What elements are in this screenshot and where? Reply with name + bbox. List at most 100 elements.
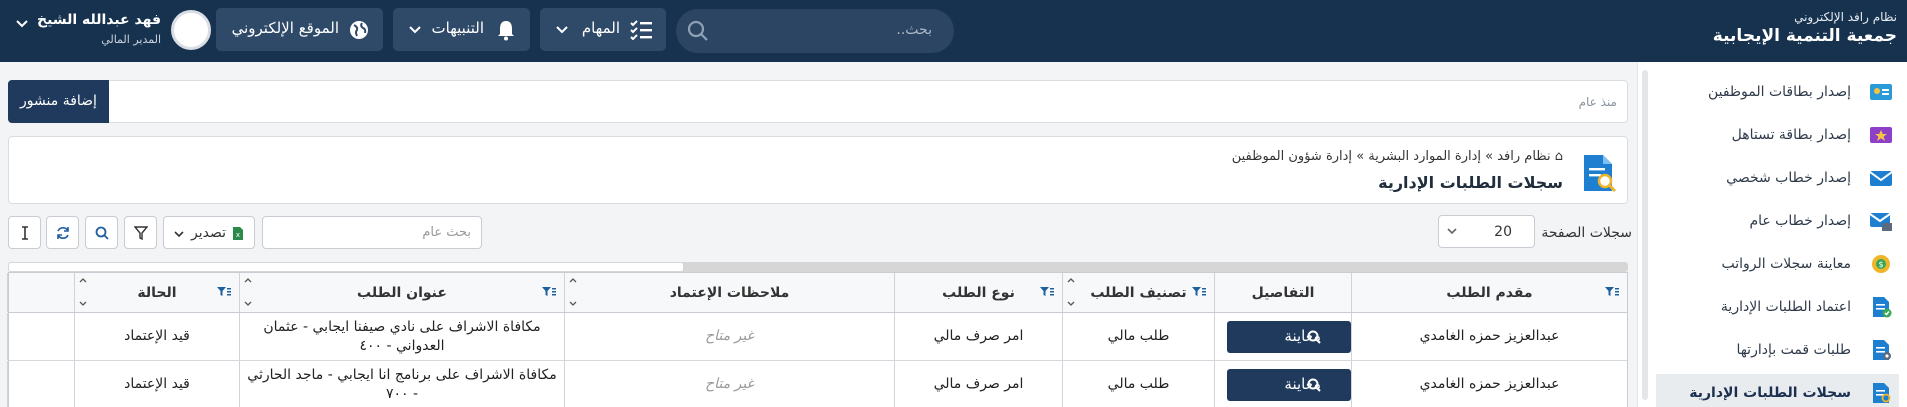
home-icon: ⌂ — [1554, 149, 1563, 164]
title-value: مكافاة الاشراف على نادي صيفنا ايجابي - ع… — [263, 319, 541, 354]
envelope-print-icon — [1869, 213, 1892, 231]
sidebar-item-personal-letter[interactable]: إصدار خطاب شخصي — [1656, 159, 1899, 197]
top-navbar: نظام رافد الإلكتروني جمعية التنمية الإيج… — [0, 0, 1907, 62]
id-card-icon — [1870, 84, 1892, 100]
sidebar-item-salary-records[interactable]: $ معاينة سجلات الرواتب — [1656, 245, 1899, 283]
status-value: قيد الإعتماد — [124, 376, 190, 392]
website-button[interactable]: الموقع الإلكتروني — [216, 8, 383, 51]
sidebar-item-tastahel-card[interactable]: إصدار بطاقة تستاهل — [1656, 116, 1899, 154]
brand[interactable]: نظام رافد الإلكتروني جمعية التنمية الإيج… — [1713, 10, 1897, 46]
sidebar-item-approve-requests[interactable]: اعتماد الطلبات الإدارية — [1656, 288, 1899, 326]
page-title: سجلات الطلبات الإدارية — [1378, 173, 1563, 192]
sidebar: إصدار بطاقات الموظفين إصدار بطاقة تستاهل… — [1637, 62, 1907, 407]
filter-button[interactable] — [124, 216, 157, 249]
chevron-down-icon — [556, 26, 568, 34]
header-search-input[interactable]: بحث.. — [676, 9, 954, 53]
sidebar-item-label: طلبات قمت بإدارتها — [1736, 342, 1851, 358]
column-header-label: التفاصيل — [1251, 285, 1315, 301]
sidebar-item-general-letter[interactable]: إصدار خطاب عام — [1656, 202, 1899, 240]
search-icon — [687, 20, 708, 41]
sidebar-item-employee-cards[interactable]: إصدار بطاقات الموظفين — [1656, 73, 1899, 111]
search-button[interactable] — [85, 216, 118, 249]
col-details[interactable]: التفاصيل — [1214, 273, 1351, 312]
breadcrumb-item-hr[interactable]: إدارة الموارد البشرية — [1368, 149, 1481, 164]
doc-search-icon — [1584, 155, 1617, 193]
global-search-input[interactable]: بحث عام — [262, 216, 482, 249]
cell-details: معاينة — [1214, 361, 1351, 407]
excel-icon: x — [233, 227, 243, 240]
col-title[interactable]: عنوان الطلب — [239, 273, 564, 312]
cell-category: طلب مالي — [1062, 361, 1214, 407]
chevron-down-icon — [1447, 228, 1457, 235]
table-row[interactable]: عبدالعزيز حمزه الغامدي معاينة طلب مالي ا… — [7, 361, 1627, 407]
type-value: امر صرف مالي — [933, 376, 1024, 392]
user-menu[interactable]: فهد عبدالله الشيخ المدير المالي — [16, 10, 211, 54]
breadcrumb-separator: » — [1352, 149, 1365, 164]
notes-value: غير متاح — [705, 376, 754, 392]
text-cursor-icon — [22, 226, 28, 240]
breadcrumb-separator: » — [1481, 149, 1494, 164]
table-row[interactable]: عبدالعزيز حمزه الغامدي معاينة طلب مالي ا… — [7, 313, 1627, 361]
breadcrumb-item-rafed[interactable]: نظام رافد — [1497, 149, 1550, 164]
user-name: فهد عبدالله الشيخ — [37, 12, 161, 28]
requests-table: مقدم الطلب التفاصيل تصنيف الطلب نوع الطل… — [7, 272, 1628, 407]
view-button[interactable]: معاينة — [1227, 369, 1351, 401]
sort-arrows-icon[interactable] — [1067, 277, 1075, 307]
table-toolbar: سجلات الصفحة 20 بحث عام x تصدير — [0, 215, 1640, 251]
add-post-button[interactable]: إضافة منشور — [8, 80, 109, 123]
search-icon — [1307, 378, 1321, 392]
category-value: طلب مالي — [1107, 328, 1170, 344]
breadcrumb-item-employees[interactable]: إدارة شؤون الموظفين — [1232, 149, 1352, 164]
since-text: منذ عام — [1578, 95, 1617, 109]
column-header-label: تصنيف الطلب — [1090, 285, 1187, 301]
col-extra — [7, 273, 74, 312]
col-type[interactable]: نوع الطلب — [894, 273, 1062, 312]
sort-arrows-icon[interactable] — [244, 277, 252, 307]
applicant-name: عبدالعزيز حمزه الغامدي — [1419, 328, 1560, 344]
sidebar-item-label: اعتماد الطلبات الإدارية — [1720, 299, 1851, 315]
cell-extra — [7, 313, 74, 360]
table-horizontal-scrollbar[interactable] — [8, 262, 1628, 272]
sidebar-item-request-records[interactable]: سجلات الطلبات الإدارية — [1656, 374, 1899, 407]
alerts-button[interactable]: التنبيهات — [393, 8, 530, 51]
chevron-down-icon — [16, 20, 28, 28]
col-applicant[interactable]: مقدم الطلب — [1351, 273, 1627, 312]
col-status[interactable]: الحالة — [74, 273, 239, 312]
applicant-name: عبدالعزيز حمزه الغامدي — [1419, 376, 1560, 392]
view-button[interactable]: معاينة — [1227, 321, 1351, 353]
org-name: جمعية التنمية الإيجابية — [1712, 26, 1897, 46]
cell-title: مكافاة الاشراف على برنامج انا ايجابي - م… — [239, 361, 564, 407]
sort-arrows-icon[interactable] — [79, 277, 87, 307]
sidebar-item-managed-requests[interactable]: طلبات قمت بإدارتها — [1656, 331, 1899, 369]
cell-type: امر صرف مالي — [894, 361, 1062, 407]
doc-gear-icon — [1873, 340, 1891, 360]
category-value: طلب مالي — [1107, 376, 1170, 392]
website-label: الموقع الإلكتروني — [231, 19, 339, 37]
col-category[interactable]: تصنيف الطلب — [1062, 273, 1214, 312]
export-button[interactable]: x تصدير — [163, 216, 255, 249]
column-header-label: مقدم الطلب — [1446, 285, 1533, 301]
cell-status: قيد الإعتماد — [74, 361, 239, 407]
column-header-label: عنوان الطلب — [357, 285, 447, 301]
per-page-select[interactable]: 20 — [1438, 215, 1535, 248]
status-value: قيد الإعتماد — [124, 328, 190, 344]
sort-arrows-icon[interactable] — [569, 277, 577, 307]
user-role: المدير المالي — [101, 33, 161, 46]
scrollbar-thumb[interactable] — [8, 262, 684, 272]
sidebar-item-label: إصدار خطاب عام — [1749, 213, 1851, 229]
cell-type: امر صرف مالي — [894, 313, 1062, 360]
col-notes[interactable]: ملاحظات الإعتماد — [564, 273, 894, 312]
tasks-button[interactable]: المهام — [540, 8, 666, 51]
column-resize-button[interactable] — [8, 216, 41, 249]
bell-icon — [498, 21, 514, 41]
refresh-button[interactable] — [46, 216, 79, 249]
tasks-icon — [630, 20, 652, 40]
sidebar-scrollbar[interactable] — [1642, 70, 1648, 400]
tasks-label: المهام — [581, 19, 620, 37]
global-search-placeholder: بحث عام — [422, 225, 471, 240]
sidebar-item-label: سجلات الطلبات الإدارية — [1689, 385, 1851, 401]
doc-search-icon — [1873, 383, 1891, 403]
title-value: مكافاة الاشراف على برنامج انا ايجابي - م… — [247, 367, 557, 402]
cell-notes: غير متاح — [564, 313, 894, 360]
table-header: مقدم الطلب التفاصيل تصنيف الطلب نوع الطل… — [7, 273, 1627, 313]
